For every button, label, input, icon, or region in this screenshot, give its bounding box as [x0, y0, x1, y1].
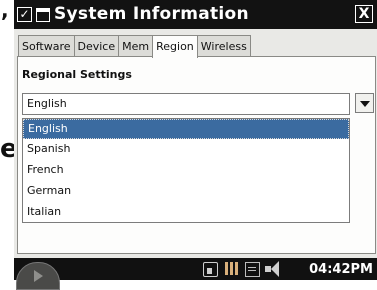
- option-english[interactable]: English: [23, 119, 349, 139]
- background-text-fragment: , e: [0, 0, 18, 280]
- language-dropdown-list[interactable]: English Spanish French German Italian: [22, 118, 350, 223]
- tab-wireless[interactable]: Wireless: [196, 35, 251, 57]
- dropdown-arrow-button[interactable]: [355, 93, 374, 113]
- option-spanish[interactable]: Spanish: [23, 139, 349, 159]
- option-italian[interactable]: Italian: [23, 202, 349, 222]
- close-icon[interactable]: X: [355, 5, 373, 23]
- section-title: Regional Settings: [22, 68, 132, 81]
- background-comma: ,: [1, 0, 9, 22]
- option-french[interactable]: French: [23, 160, 349, 180]
- clock: 04:42PM: [309, 262, 373, 277]
- region-panel: Regional Settings English English Spanis…: [17, 56, 376, 254]
- tab-software[interactable]: Software: [18, 35, 75, 57]
- ok-checkbox-icon[interactable]: ✓: [17, 7, 32, 22]
- tab-bar: Software Device Mem Region Wireless: [18, 35, 251, 58]
- language-select[interactable]: English: [22, 93, 350, 115]
- keyboard-icon[interactable]: [245, 262, 260, 277]
- window-title: System Information: [54, 4, 249, 24]
- language-select-value: English: [27, 97, 67, 110]
- home-icon[interactable]: [203, 262, 218, 277]
- window-icon: [36, 8, 50, 22]
- tab-mem[interactable]: Mem: [118, 35, 154, 57]
- chevron-down-icon: [360, 101, 370, 107]
- tab-region[interactable]: Region: [152, 35, 198, 58]
- taskbar: 04:42PM: [14, 258, 377, 290]
- start-button[interactable]: [16, 262, 60, 290]
- play-icon: [34, 270, 43, 282]
- volume-icon[interactable]: [265, 261, 279, 277]
- title-bar: ✓ System Information X: [14, 0, 377, 29]
- grid-icon[interactable]: [225, 262, 238, 275]
- system-information-window: ✓ System Information X Software Device M…: [14, 0, 377, 290]
- tab-device[interactable]: Device: [73, 35, 120, 57]
- option-german[interactable]: German: [23, 181, 349, 201]
